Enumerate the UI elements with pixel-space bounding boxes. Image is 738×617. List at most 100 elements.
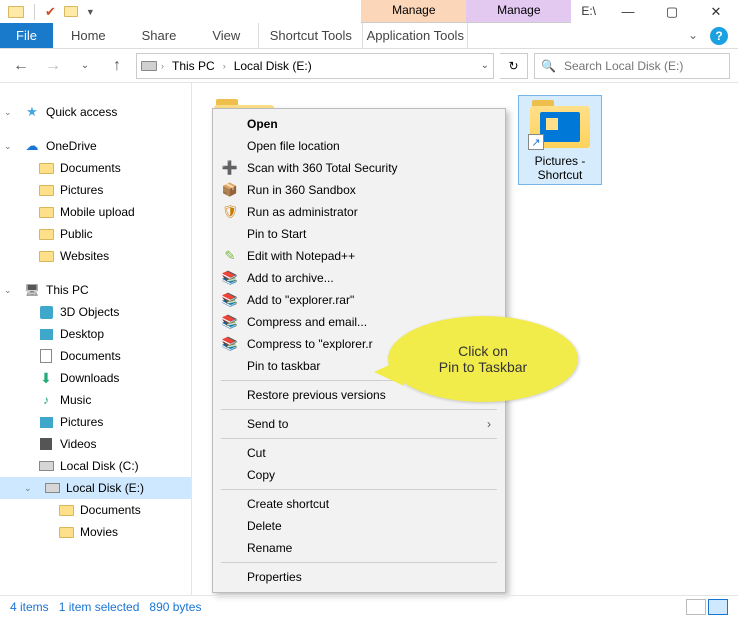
breadcrumb[interactable]: Local Disk (E:)	[230, 57, 316, 75]
blank-icon	[221, 466, 239, 484]
navigation-pane: ⌄★Quick access ⌄☁OneDrive Documents Pict…	[0, 83, 192, 595]
sidebar-item-websites[interactable]: Websites	[0, 245, 191, 267]
sidebar-item-documents[interactable]: Documents	[0, 157, 191, 179]
star-icon: ★	[24, 104, 40, 120]
context-item[interactable]: ➕Scan with 360 Total Security	[215, 157, 503, 179]
item-label: Pictures - Shortcut	[521, 154, 599, 182]
sidebar-item-videos[interactable]: Videos	[0, 433, 191, 455]
back-button[interactable]: ←	[8, 53, 34, 79]
rar-icon: 📚	[221, 269, 239, 287]
context-item[interactable]: Cut	[215, 442, 503, 464]
context-item[interactable]: 🛡Run as administrator	[215, 201, 503, 223]
blank-icon	[221, 115, 239, 133]
history-dropdown-icon[interactable]: ⌄	[72, 53, 98, 79]
context-item[interactable]: Create shortcut	[215, 493, 503, 515]
folder-icon	[59, 505, 74, 516]
context-item[interactable]: Delete	[215, 515, 503, 537]
3d-icon	[40, 306, 53, 319]
rar-icon: 📚	[221, 291, 239, 309]
sidebar-item-onedrive[interactable]: ⌄☁OneDrive	[0, 135, 191, 157]
rar-icon: 📚	[221, 335, 239, 353]
sidebar-item-public[interactable]: Public	[0, 223, 191, 245]
sidebar-item-quick-access[interactable]: ⌄★Quick access	[0, 101, 191, 123]
context-item[interactable]: 📦Run in 360 Sandbox	[215, 179, 503, 201]
breadcrumb[interactable]: This PC	[168, 57, 219, 75]
sidebar-item-this-pc[interactable]: ⌄🖥This PC	[0, 279, 191, 301]
rar-icon: 📚	[221, 313, 239, 331]
drive-icon	[141, 61, 157, 71]
forward-button[interactable]: →	[40, 53, 66, 79]
sidebar-item-disk-e[interactable]: ⌄Local Disk (E:)	[0, 477, 191, 499]
folder-icon	[39, 251, 54, 262]
sidebar-item-movies[interactable]: Movies	[0, 521, 191, 543]
context-item[interactable]: Rename	[215, 537, 503, 559]
video-icon	[40, 438, 52, 450]
qat-dropdown-icon[interactable]: ▼	[86, 7, 95, 17]
file-tab[interactable]: File	[0, 23, 53, 48]
share-tab[interactable]: Share	[124, 23, 195, 48]
ribbon-collapse-icon[interactable]: ⌄	[680, 23, 706, 48]
sidebar-item-pictures[interactable]: Pictures	[0, 179, 191, 201]
context-item[interactable]: 📚Add to archive...	[215, 267, 503, 289]
search-input[interactable]	[562, 58, 723, 74]
sidebar-item-documents[interactable]: Documents	[0, 345, 191, 367]
submenu-arrow-icon: ›	[487, 417, 491, 431]
search-box[interactable]: 🔍	[534, 53, 730, 79]
icons-view-button[interactable]	[708, 599, 728, 615]
context-item[interactable]: Pin to Start	[215, 223, 503, 245]
picture-icon	[40, 417, 53, 428]
maximize-button[interactable]: ▢	[650, 4, 694, 20]
contextual-tab-shortcut[interactable]: Manage	[361, 0, 466, 23]
sidebar-item-music[interactable]: ♪Music	[0, 389, 191, 411]
status-size: 890 bytes	[149, 600, 201, 614]
shortcut-tools-tab[interactable]: Shortcut Tools	[258, 23, 363, 48]
context-item[interactable]: 📚Add to "explorer.rar"	[215, 289, 503, 311]
sidebar-item-3d-objects[interactable]: 3D Objects	[0, 301, 191, 323]
blank-icon	[221, 357, 239, 375]
music-icon: ♪	[38, 392, 54, 408]
box-icon: 📦	[221, 181, 239, 199]
drive-icon	[45, 483, 60, 493]
sidebar-item-disk-c[interactable]: Local Disk (C:)	[0, 455, 191, 477]
blank-icon	[221, 495, 239, 513]
shield-icon: 🛡	[221, 203, 239, 221]
folder-icon	[39, 229, 54, 240]
context-item[interactable]: Properties	[215, 566, 503, 588]
sidebar-item-downloads[interactable]: ⬇Downloads	[0, 367, 191, 389]
context-item[interactable]: Send to›	[215, 413, 503, 435]
status-bar: 4 items 1 item selected 890 bytes	[0, 595, 738, 617]
sidebar-item-mobile-upload[interactable]: Mobile upload	[0, 201, 191, 223]
download-icon: ⬇	[38, 370, 54, 386]
quick-access-toolbar: ✔ ▼	[0, 0, 95, 23]
details-view-button[interactable]	[686, 599, 706, 615]
explorer-icon	[540, 112, 580, 142]
status-item-count: 4 items	[10, 600, 49, 614]
check-icon[interactable]: ✔	[45, 4, 56, 20]
sidebar-item-documents[interactable]: Documents	[0, 499, 191, 521]
application-tools-tab[interactable]: Application Tools	[363, 23, 468, 48]
folder-icon	[39, 185, 54, 196]
address-dropdown-icon[interactable]: ⌄	[481, 60, 489, 71]
folder-icon	[39, 207, 54, 218]
view-tab[interactable]: View	[194, 23, 258, 48]
context-item[interactable]: Copy	[215, 464, 503, 486]
context-item[interactable]: Open file location	[215, 135, 503, 157]
help-button[interactable]: ?	[710, 27, 728, 45]
up-button[interactable]: ↑	[104, 53, 130, 79]
sidebar-item-desktop[interactable]: Desktop	[0, 323, 191, 345]
context-item[interactable]: Open	[215, 113, 503, 135]
home-tab[interactable]: Home	[53, 23, 124, 48]
cloud-icon: ☁	[24, 138, 40, 154]
address-bar[interactable]: › This PC › Local Disk (E:) ⌄	[136, 53, 494, 79]
pc-icon: 🖥	[24, 282, 40, 298]
contextual-tab-application[interactable]: Manage	[466, 0, 571, 23]
refresh-button[interactable]: ↻	[500, 53, 528, 79]
sidebar-item-pictures[interactable]: Pictures	[0, 411, 191, 433]
close-button[interactable]: ✕	[694, 4, 738, 20]
minimize-button[interactable]: —	[606, 4, 650, 19]
blank-icon	[221, 568, 239, 586]
properties-icon[interactable]	[64, 6, 78, 17]
document-icon	[40, 349, 52, 363]
shortcut-item-pictures[interactable]: ↗ Pictures - Shortcut	[518, 95, 602, 185]
context-item[interactable]: ✎Edit with Notepad++	[215, 245, 503, 267]
